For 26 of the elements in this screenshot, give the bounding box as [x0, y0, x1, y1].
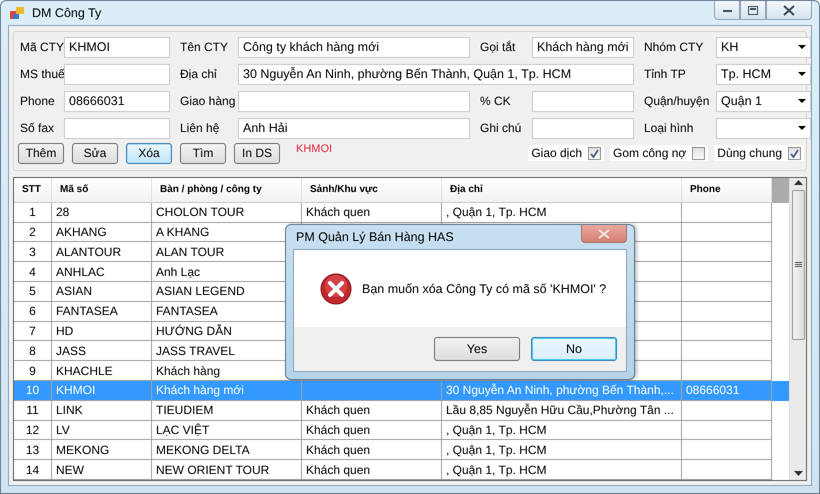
field-label: Tỉnh TP — [643, 67, 687, 82]
checkbox-label: Gom công nợ — [613, 146, 686, 160]
checkbox-label: Giao dịch — [531, 146, 582, 160]
field-label: Địa chỉ — [179, 67, 218, 82]
table-cell: 14 — [14, 460, 52, 480]
field-label: Giao hàng — [179, 94, 236, 108]
table-cell: NEW ORIENT TOUR — [152, 460, 302, 480]
field-label: MS thuế — [19, 67, 64, 82]
field-label: % CK — [479, 94, 512, 108]
field-label: Số fax — [19, 121, 56, 136]
checkbox-label: Dùng chung — [717, 146, 782, 160]
dialog-message: Bạn muốn xóa Công Ty có mã số 'KHMOI' ? — [362, 282, 606, 296]
field-label: Loại hình — [643, 121, 694, 136]
field-label: Ghi chú — [479, 121, 522, 136]
field-label: Mã CTY — [19, 40, 64, 54]
field-label: Quận/huyện — [643, 94, 710, 108]
selected-code: KHMOI — [296, 142, 332, 155]
field-label: Liên hệ — [179, 121, 220, 136]
field-label: Tên CTY — [179, 40, 230, 54]
field-label: Gọi tắt — [479, 40, 516, 54]
table-cell: NEW — [52, 460, 152, 480]
field-label: Phone — [19, 94, 56, 108]
window-title: DM Công Ty — [32, 6, 102, 20]
field-label: Nhóm CTY — [643, 40, 704, 54]
table-cell: , Quận 1, Tp. HCM — [442, 460, 682, 480]
table-cell: Khách quen — [302, 460, 442, 480]
